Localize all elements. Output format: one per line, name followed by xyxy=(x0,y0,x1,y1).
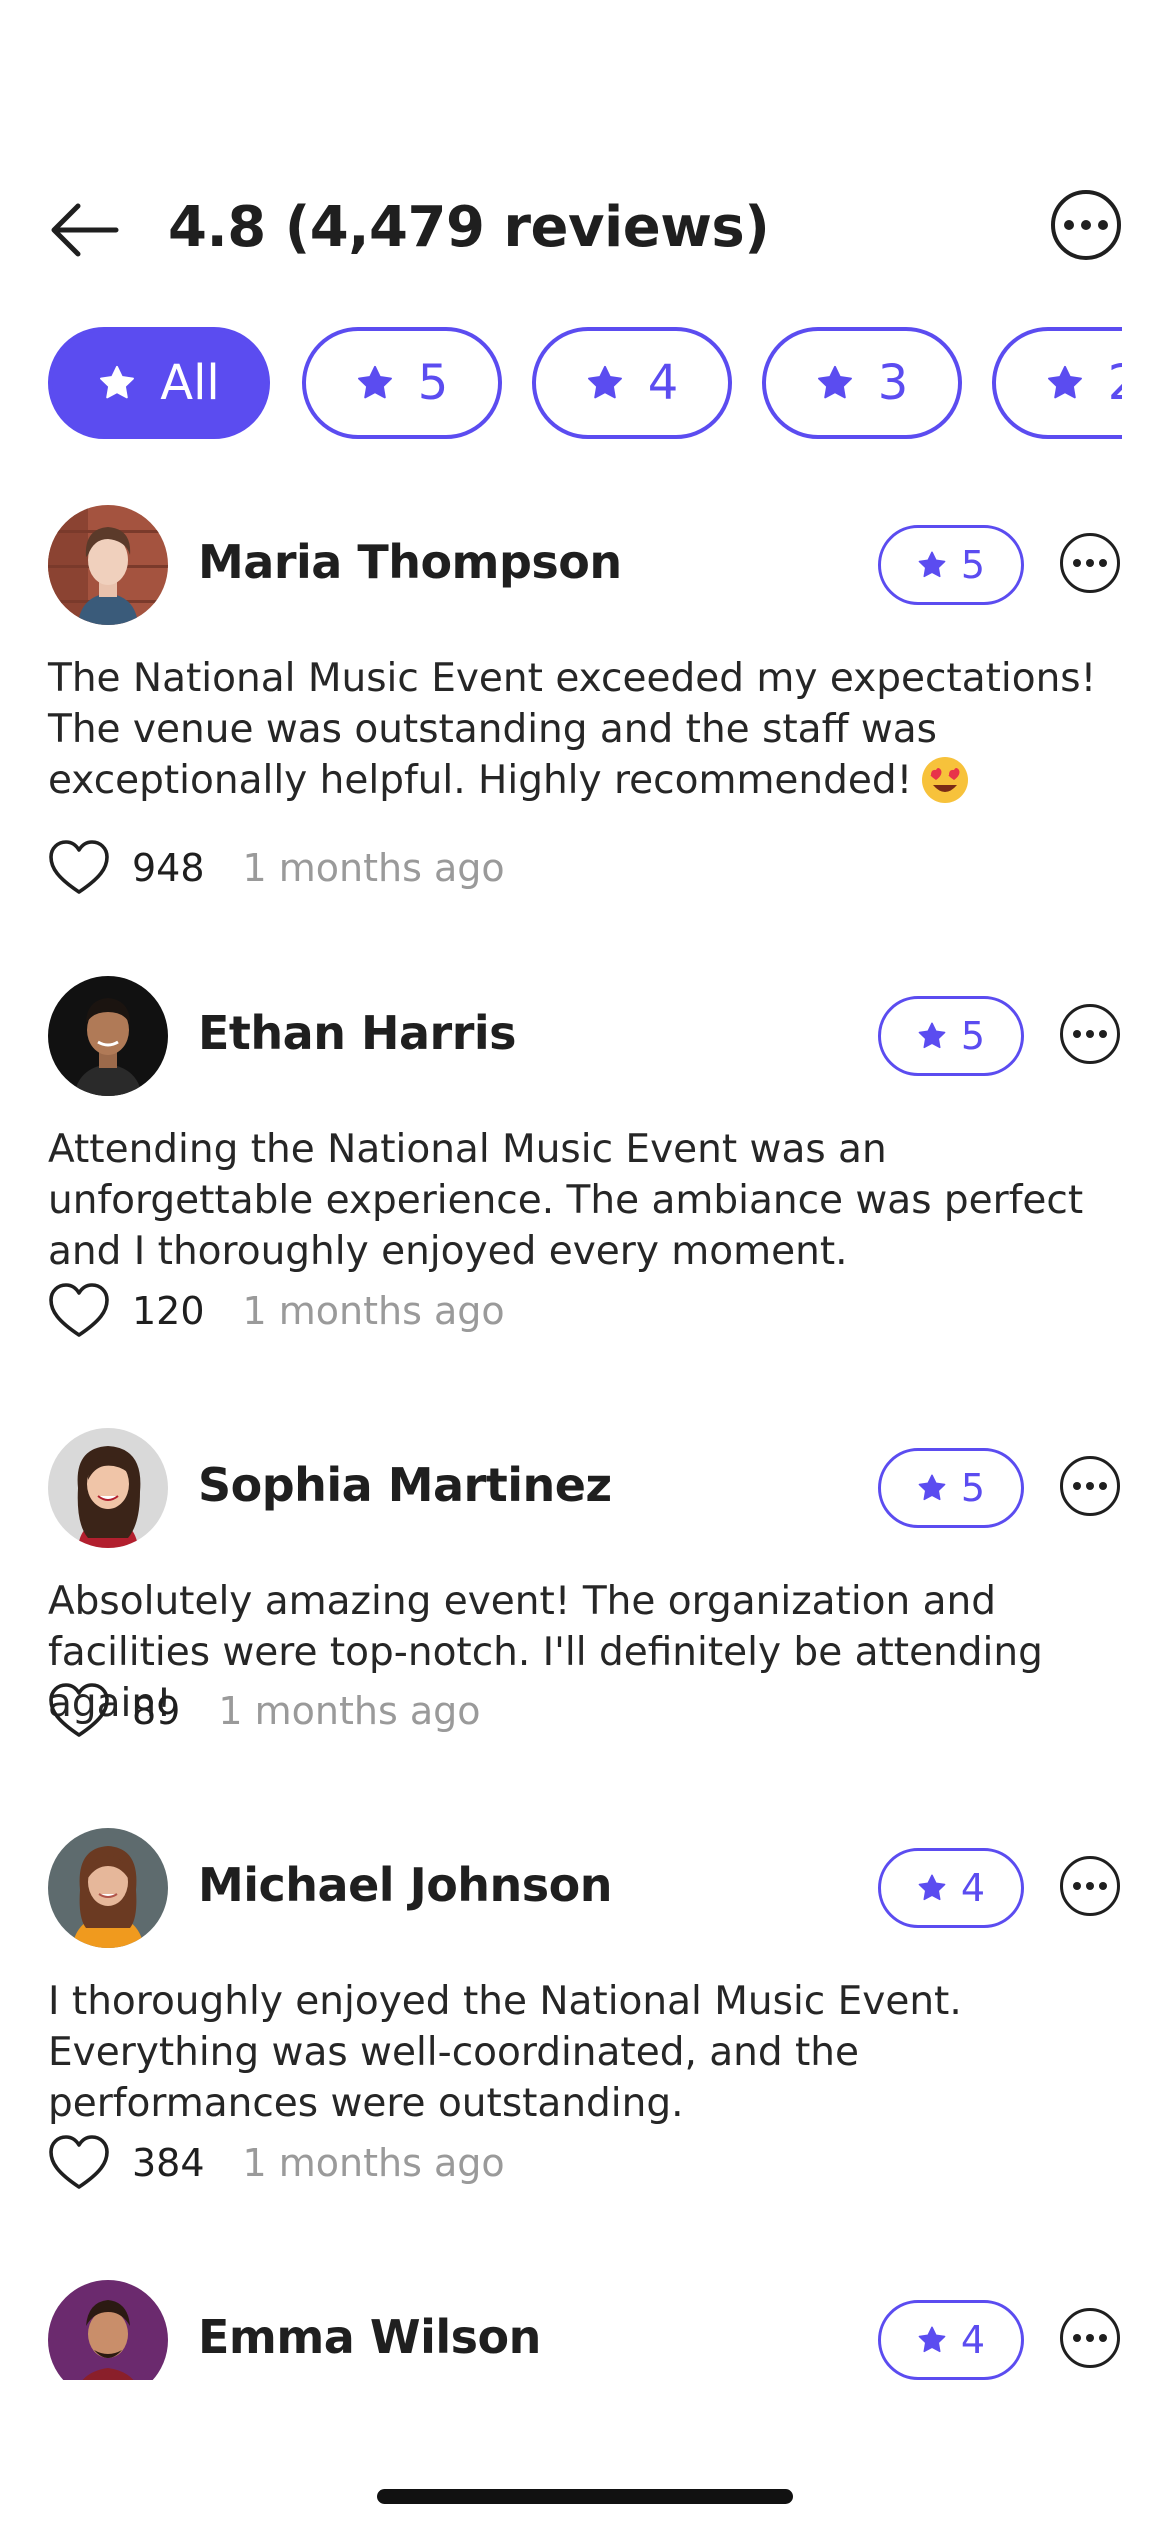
avatar[interactable] xyxy=(48,2280,168,2380)
rating-value: 4 xyxy=(960,1866,986,1910)
star-icon xyxy=(917,1021,947,1051)
avatar[interactable] xyxy=(48,1828,168,1948)
reviewer-name: Ethan Harris xyxy=(198,1006,517,1060)
review-more-button[interactable] xyxy=(1060,1004,1120,1064)
avatar[interactable] xyxy=(48,976,168,1096)
review-text: Attending the National Music Event was a… xyxy=(48,1127,1084,1274)
reviewer-name: Michael Johnson xyxy=(198,1858,613,1912)
rating-badge[interactable]: 5 xyxy=(878,525,1024,605)
like-count: 948 xyxy=(132,846,205,890)
review-more-button[interactable] xyxy=(1060,2308,1120,2368)
page-title: 4.8 (4,479 reviews) xyxy=(168,195,770,260)
like-count: 120 xyxy=(132,1289,205,1333)
review-meta: 384 1 months ago xyxy=(48,2128,505,2198)
review-text: The National Music Event exceeded my exp… xyxy=(48,653,1122,806)
rating-badge[interactable]: 5 xyxy=(878,996,1024,1076)
filter-chip-5[interactable]: 5 xyxy=(302,327,502,439)
reviewer-name: Emma Wilson xyxy=(198,2310,541,2364)
rating-value: 5 xyxy=(960,1466,986,1510)
more-dots-icon xyxy=(1064,220,1108,230)
star-icon xyxy=(356,364,394,402)
star-icon xyxy=(917,2325,947,2355)
home-indicator[interactable] xyxy=(377,2489,793,2504)
review-time: 1 months ago xyxy=(242,846,505,890)
star-icon xyxy=(917,1873,947,1903)
header-bar: 4.8 (4,479 reviews) xyxy=(0,170,1170,290)
star-icon xyxy=(98,364,136,402)
filter-chip-label: All xyxy=(160,355,220,411)
more-dots-icon xyxy=(1073,1030,1107,1038)
heart-icon[interactable] xyxy=(48,839,110,897)
reviewer-name: Maria Thompson xyxy=(198,535,622,589)
rating-filter-bar[interactable]: All 5 4 3 2 xyxy=(48,327,1122,441)
like-count: 384 xyxy=(132,2141,205,2185)
avatar[interactable] xyxy=(48,505,168,625)
star-icon xyxy=(1046,364,1084,402)
heart-icon[interactable] xyxy=(48,1682,110,1740)
star-icon xyxy=(917,1473,947,1503)
filter-chip-2[interactable]: 2 xyxy=(992,327,1122,439)
reviewer-name: Sophia Martinez xyxy=(198,1458,612,1512)
filter-chip-label: 2 xyxy=(1108,355,1122,411)
review-more-button[interactable] xyxy=(1060,1456,1120,1516)
rating-value: 5 xyxy=(960,543,986,587)
heart-icon[interactable] xyxy=(48,1282,110,1340)
review-more-button[interactable] xyxy=(1060,533,1120,593)
more-dots-icon xyxy=(1073,2334,1107,2342)
rating-value: 4 xyxy=(960,2318,986,2362)
more-dots-icon xyxy=(1073,559,1107,567)
filter-chip-label: 5 xyxy=(417,355,449,411)
more-dots-icon xyxy=(1073,1882,1107,1890)
rating-badge[interactable]: 4 xyxy=(878,1848,1024,1928)
review-meta: 948 1 months ago xyxy=(48,833,505,903)
review-time: 1 months ago xyxy=(242,1289,505,1333)
rating-badge[interactable]: 5 xyxy=(878,1448,1024,1528)
review-card: Emma Wilson 4 xyxy=(0,2280,1170,2380)
star-icon xyxy=(917,550,947,580)
review-time: 1 months ago xyxy=(218,1689,481,1733)
filter-chip-3[interactable]: 3 xyxy=(762,327,962,439)
review-more-button[interactable] xyxy=(1060,1856,1120,1916)
filter-chip-label: 3 xyxy=(877,355,909,411)
rating-badge[interactable]: 4 xyxy=(878,2300,1024,2380)
review-time: 1 months ago xyxy=(242,2141,505,2185)
more-options-button[interactable] xyxy=(1051,190,1121,260)
review-meta: 89 1 months ago xyxy=(48,1676,480,1746)
like-count: 89 xyxy=(132,1689,181,1733)
review-text: I thoroughly enjoyed the National Music … xyxy=(48,1979,962,2126)
filter-chip-label: 4 xyxy=(647,355,679,411)
heart-icon[interactable] xyxy=(48,2134,110,2192)
heart-eyes-emoji-icon xyxy=(922,757,969,803)
rating-value: 5 xyxy=(960,1014,986,1058)
star-icon xyxy=(586,364,624,402)
star-icon xyxy=(816,364,854,402)
review-meta: 120 1 months ago xyxy=(48,1276,505,1346)
filter-chip-4[interactable]: 4 xyxy=(532,327,732,439)
more-dots-icon xyxy=(1073,1482,1107,1490)
filter-chip-all[interactable]: All xyxy=(48,327,270,439)
back-arrow-icon[interactable] xyxy=(48,200,120,260)
avatar[interactable] xyxy=(48,1428,168,1548)
